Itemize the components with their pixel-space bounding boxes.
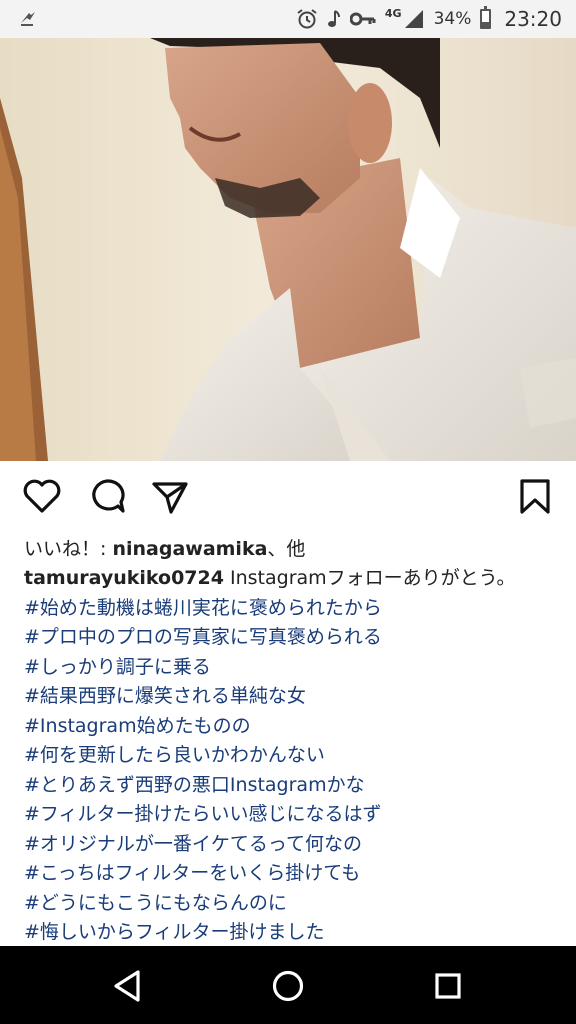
- status-left: [18, 9, 38, 29]
- hashtag-link[interactable]: #プロ中のプロの写真家に写真褒められる: [24, 623, 564, 653]
- caption-username[interactable]: tamurayukiko0724: [24, 567, 224, 589]
- recents-icon[interactable]: [426, 964, 470, 1008]
- post-caption: tamurayukiko0724 Instagramフォローありがとう。 #始め…: [24, 564, 564, 948]
- signal-icon: [404, 10, 423, 28]
- photo-illustration: [0, 38, 576, 461]
- likes-prefix: いいね！:: [24, 538, 113, 560]
- notification-icon: [21, 12, 35, 26]
- home-icon[interactable]: [266, 964, 310, 1008]
- likes-summary[interactable]: いいね！: ninagawamika、他: [24, 534, 305, 561]
- hashtag-link[interactable]: #しっかり調子に乗る: [24, 653, 564, 683]
- hashtag-link[interactable]: #Instagram始めたものの: [24, 712, 564, 742]
- hashtag-link[interactable]: #こっちはフィルターをいくら掛けても: [24, 859, 564, 889]
- navigation-bar: [0, 946, 576, 1024]
- music-note-icon: [327, 10, 340, 27]
- hashtag-link[interactable]: #結果西野に爆笑される単純な女: [24, 682, 564, 712]
- key-icon: [349, 12, 376, 26]
- post-photo[interactable]: [0, 38, 576, 461]
- comment-icon[interactable]: [87, 476, 127, 516]
- hashtag-link[interactable]: #どうにもこうにもならんのに: [24, 889, 564, 919]
- battery-fill: [482, 21, 490, 27]
- hashtag-link[interactable]: #オリジナルが一番イケてるって何なの: [24, 830, 564, 860]
- liked-by-username[interactable]: ninagawamika: [112, 538, 267, 560]
- bookmark-icon[interactable]: [515, 476, 555, 516]
- share-icon[interactable]: [150, 476, 190, 516]
- battery-percent: 34%: [433, 9, 472, 29]
- hashtag-link[interactable]: #悔しいからフィルター掛けました: [24, 918, 564, 948]
- hashtag-link[interactable]: #フィルター掛けたらいい感じになるはず: [24, 800, 564, 830]
- hashtag-link[interactable]: #とりあえず西野の悪口Instagramかな: [24, 771, 564, 801]
- hashtag-link[interactable]: #始めた動機は蜷川実花に褒められたから: [24, 594, 564, 624]
- heart-icon[interactable]: [22, 476, 62, 516]
- status-bar: 4G 34% 23:20: [0, 0, 576, 38]
- caption-text: Instagramフォローありがとう。: [223, 567, 516, 589]
- hashtag-link[interactable]: #何を更新したら良いかわかんない: [24, 741, 564, 771]
- network-type: 4G: [384, 6, 402, 20]
- post-actions: [0, 476, 576, 520]
- caption-head: tamurayukiko0724 Instagramフォローありがとう。: [24, 564, 564, 594]
- back-icon[interactable]: [106, 964, 150, 1008]
- likes-suffix: 、他: [267, 538, 306, 560]
- status-right: 4G 34% 23:20: [296, 6, 562, 31]
- clock: 23:20: [504, 7, 562, 31]
- alarm-icon: [297, 9, 317, 29]
- battery-icon: [480, 6, 492, 29]
